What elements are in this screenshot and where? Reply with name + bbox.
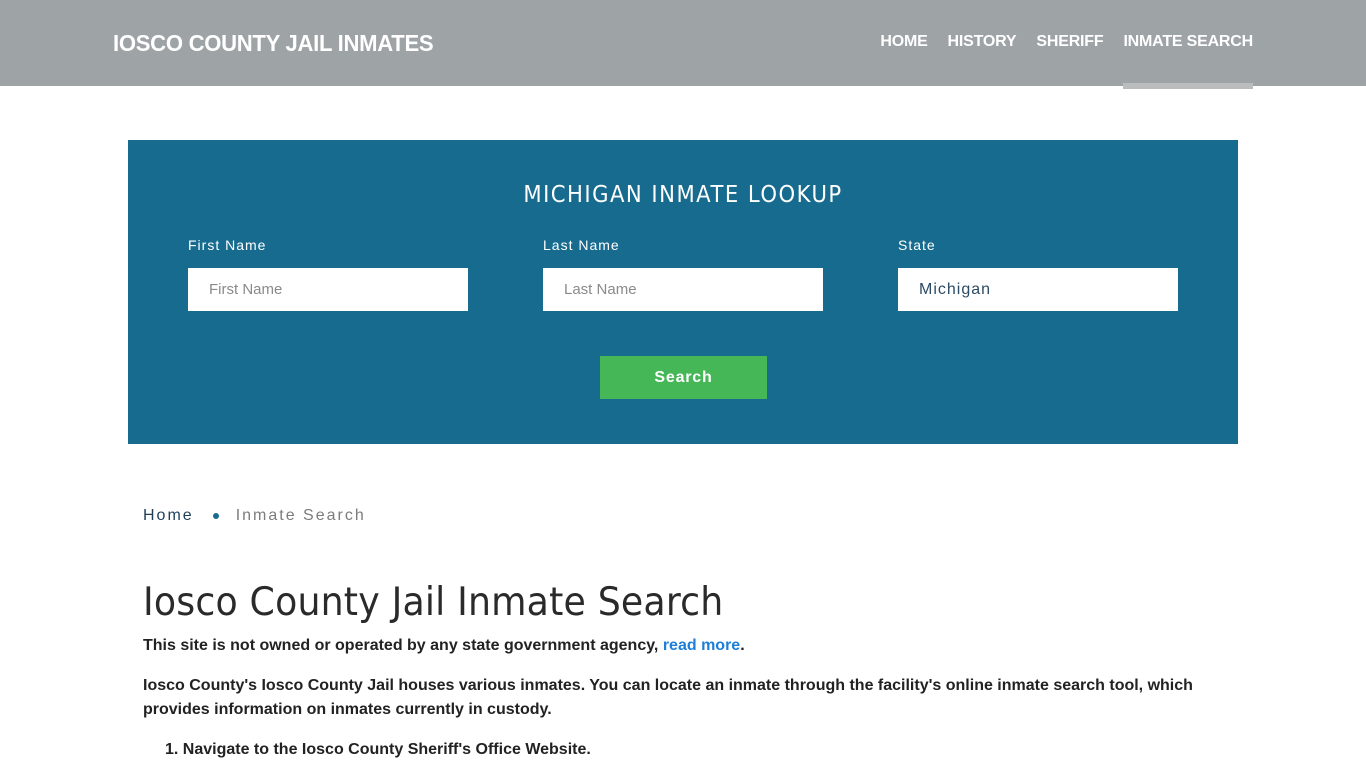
last-name-label: Last Name (543, 237, 620, 253)
breadcrumb-separator-icon (212, 513, 219, 519)
disclaimer: This site is not owned or operated by an… (143, 634, 1223, 658)
nav-home[interactable]: HOME (880, 33, 927, 89)
inmate-lookup-panel: MICHIGAN INMATE LOOKUP First Name Last N… (128, 140, 1238, 444)
last-name-group: Last Name (543, 237, 823, 311)
last-name-input[interactable] (543, 268, 823, 311)
nav-sheriff[interactable]: SHERIFF (1036, 33, 1103, 89)
search-button[interactable]: Search (600, 356, 767, 399)
read-more-link[interactable]: read more (663, 637, 740, 654)
state-label: State (898, 237, 936, 253)
site-header: IOSCO COUNTY JAIL INMATES HOME HISTORY S… (0, 0, 1366, 89)
disclaimer-end: . (740, 637, 745, 654)
disclaimer-text: This site is not owned or operated by an… (143, 637, 663, 654)
steps-list: 1. Navigate to the Iosco County Sheriff'… (165, 738, 591, 762)
state-group: State (898, 237, 1178, 311)
panel-title: MICHIGAN INMATE LOOKUP (523, 182, 843, 208)
first-name-input[interactable] (188, 268, 468, 311)
nav-inmate-search[interactable]: INMATE SEARCH (1123, 33, 1253, 89)
main-nav: HOME HISTORY SHERIFF INMATE SEARCH (860, 33, 1253, 89)
intro-paragraph: Iosco County's Iosco County Jail houses … (143, 677, 1193, 718)
first-name-group: First Name (188, 237, 468, 311)
breadcrumb-home-link[interactable]: Home (143, 507, 194, 525)
breadcrumb: Home Inmate Search (143, 507, 366, 525)
site-brand-link[interactable]: IOSCO COUNTY JAIL INMATES (113, 30, 434, 57)
nav-history[interactable]: HISTORY (948, 33, 1017, 89)
first-name-label: First Name (188, 237, 267, 253)
page-title: Iosco County Jail Inmate Search (143, 580, 724, 625)
step-item: 1. Navigate to the Iosco County Sheriff'… (165, 741, 591, 758)
state-input[interactable] (898, 268, 1178, 311)
breadcrumb-current: Inmate Search (235, 507, 366, 524)
